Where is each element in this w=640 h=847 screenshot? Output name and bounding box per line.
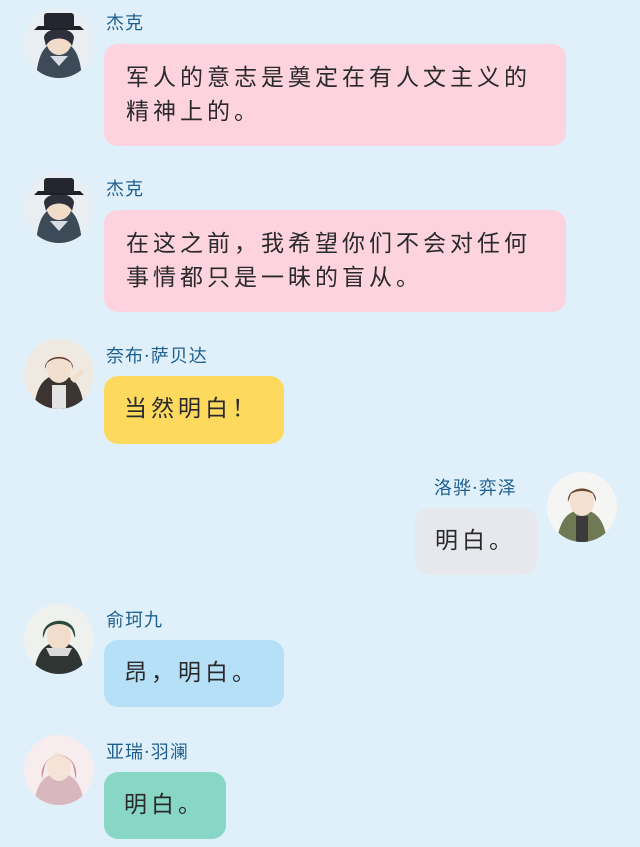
message-bubble: 军人的意志是奠定在有人文主义的精神上的。 [104, 44, 566, 146]
sender-name: 俞珂九 [106, 610, 163, 631]
message-bubble: 昂，明白。 [104, 640, 284, 707]
dark-hat-avatar[interactable] [24, 173, 94, 243]
message-bubble: 明白。 [415, 508, 537, 575]
message-bubble: 在这之前，我希望你们不会对任何事情都只是一昧的盲从。 [104, 210, 566, 312]
pink-hair-avatar[interactable] [24, 735, 94, 805]
message-bubble: 当然明白！ [104, 376, 284, 444]
sender-name: 洛骅·弈泽 [434, 478, 517, 499]
sender-name: 杰克 [106, 13, 144, 34]
message-bubble: 明白。 [104, 772, 226, 839]
sender-name: 亚瑞·羽澜 [106, 742, 189, 763]
sender-name: 奈布·萨贝达 [106, 346, 208, 367]
brown-hair-avatar[interactable] [24, 339, 94, 409]
green-hair-avatar[interactable] [24, 604, 94, 674]
dark-hat-avatar[interactable] [24, 8, 94, 78]
sender-name: 杰克 [106, 179, 144, 200]
green-jacket-avatar[interactable] [547, 472, 617, 542]
chat-screen: { "messages": [ {"sender": "杰克", "text":… [0, 0, 640, 847]
